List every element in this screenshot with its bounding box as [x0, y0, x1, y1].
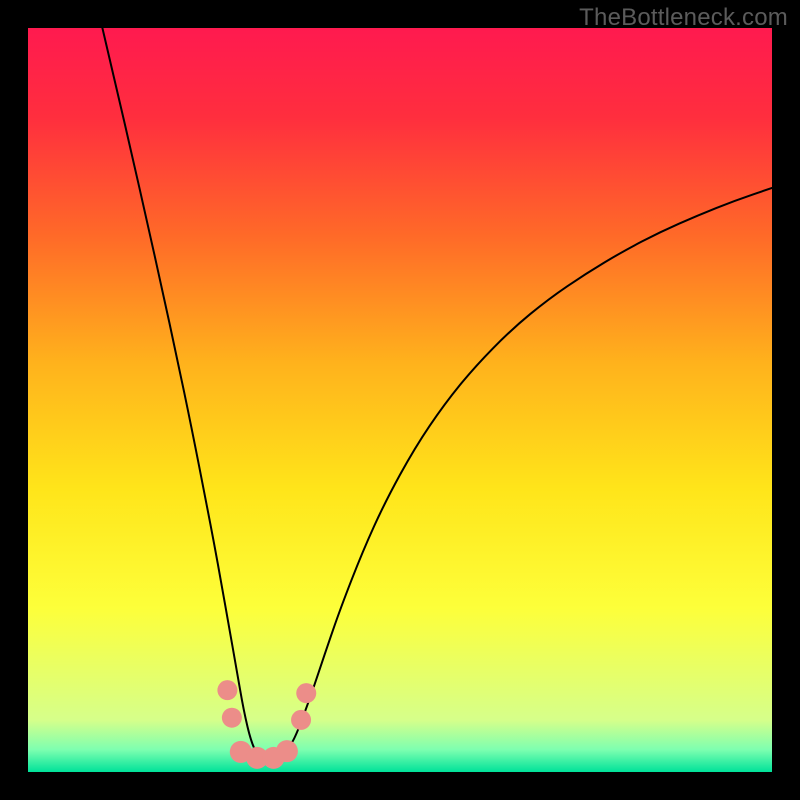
gradient-background	[28, 28, 772, 772]
marker-point	[222, 708, 242, 728]
chart-plot-area	[28, 28, 772, 772]
marker-point	[217, 680, 237, 700]
chart-svg	[28, 28, 772, 772]
outer-frame: TheBottleneck.com	[0, 0, 800, 800]
marker-point	[296, 683, 316, 703]
marker-point	[291, 710, 311, 730]
marker-point	[276, 740, 298, 762]
